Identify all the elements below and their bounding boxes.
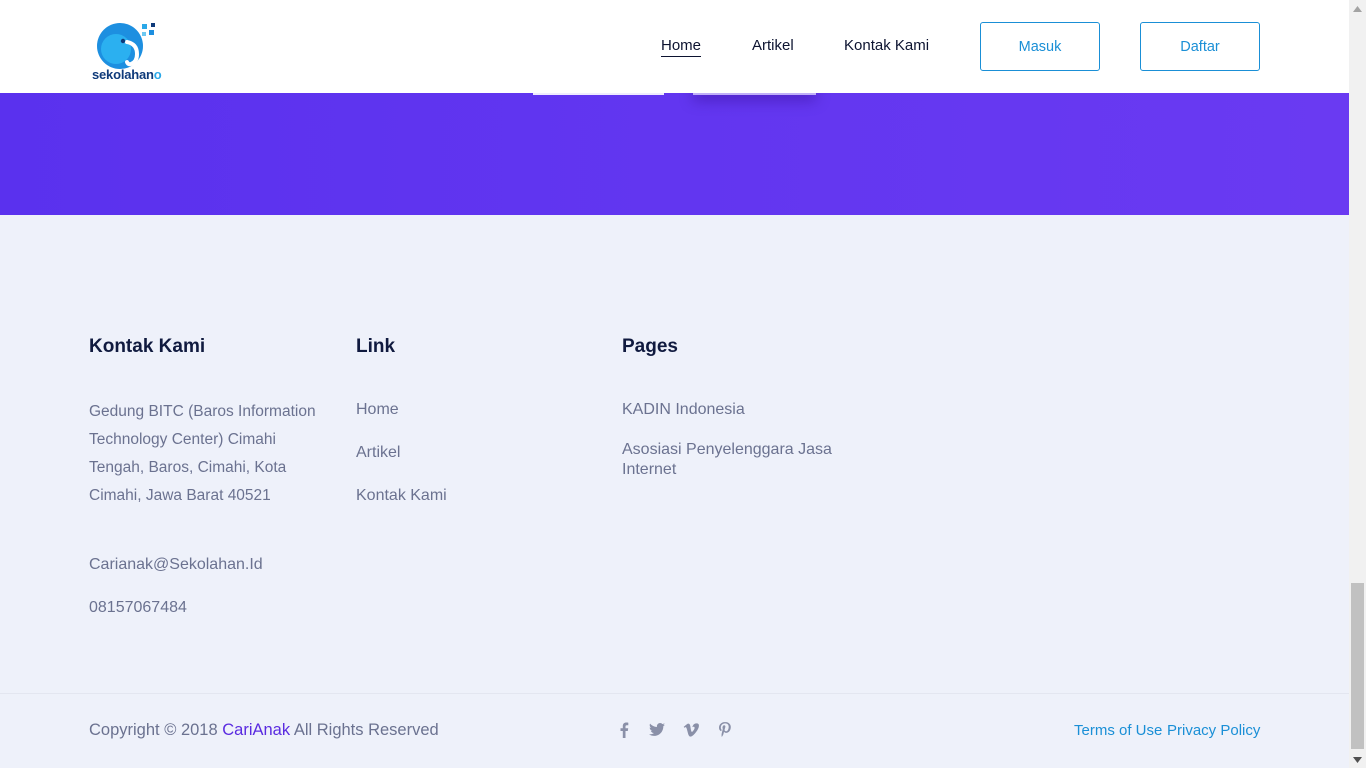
footer-contact-column: Kontak Kami [89,336,329,358]
scrollbar-thumb[interactable] [1351,583,1364,749]
footer-link-home[interactable]: Home [356,401,399,419]
terms-of-use-link[interactable]: Terms of Use [1074,722,1162,739]
nav-artikel[interactable]: Artikel [752,37,794,54]
footer-page-kadin[interactable]: KADIN Indonesia [622,401,745,419]
facebook-icon[interactable] [615,721,633,739]
scroll-down-arrow-icon[interactable] [1349,751,1366,768]
site-header: sekolahano Home Artikel Kontak Kami Masu… [0,0,1349,93]
footer-pages-heading: Pages [622,336,678,357]
nav-home[interactable]: Home [661,37,702,57]
copyright-brand-link[interactable]: CariAnak [222,721,290,739]
scroll-up-arrow-icon[interactable] [1349,0,1366,17]
footer-email: Carianak@Sekolahan.Id [89,556,263,573]
copyright-text: Copyright © 2018 CariAnak All Rights Res… [89,721,439,739]
footer-contact-heading: Kontak Kami [89,336,206,357]
vimeo-icon[interactable] [682,721,700,739]
logo-wordmark: sekolahano [92,67,162,82]
footer-link-column: Link [356,336,556,358]
privacy-policy-link[interactable]: Privacy Policy [1167,722,1260,739]
twitter-icon[interactable] [648,721,666,739]
footer-divider [0,693,1349,694]
footer-pages-column: Pages [622,336,872,358]
nav-kontak-kami[interactable]: Kontak Kami [844,37,929,54]
pinterest-icon[interactable] [716,721,734,739]
footer-page-apjii[interactable]: Asosiasi Penyelenggara Jasa Internet [622,440,872,480]
footer-phone: 08157067484 [89,599,187,616]
login-button[interactable]: Masuk [980,22,1100,71]
footer-address: Gedung BITC (Baros Information Technolog… [89,403,316,504]
footer-link-artikel[interactable]: Artikel [356,444,400,462]
register-button[interactable]: Daftar [1140,22,1260,71]
page: sekolahano Home Artikel Kontak Kami Masu… [0,0,1349,768]
footer-link-heading: Link [356,336,396,357]
footer-link-kontak-kami[interactable]: Kontak Kami [356,487,447,505]
